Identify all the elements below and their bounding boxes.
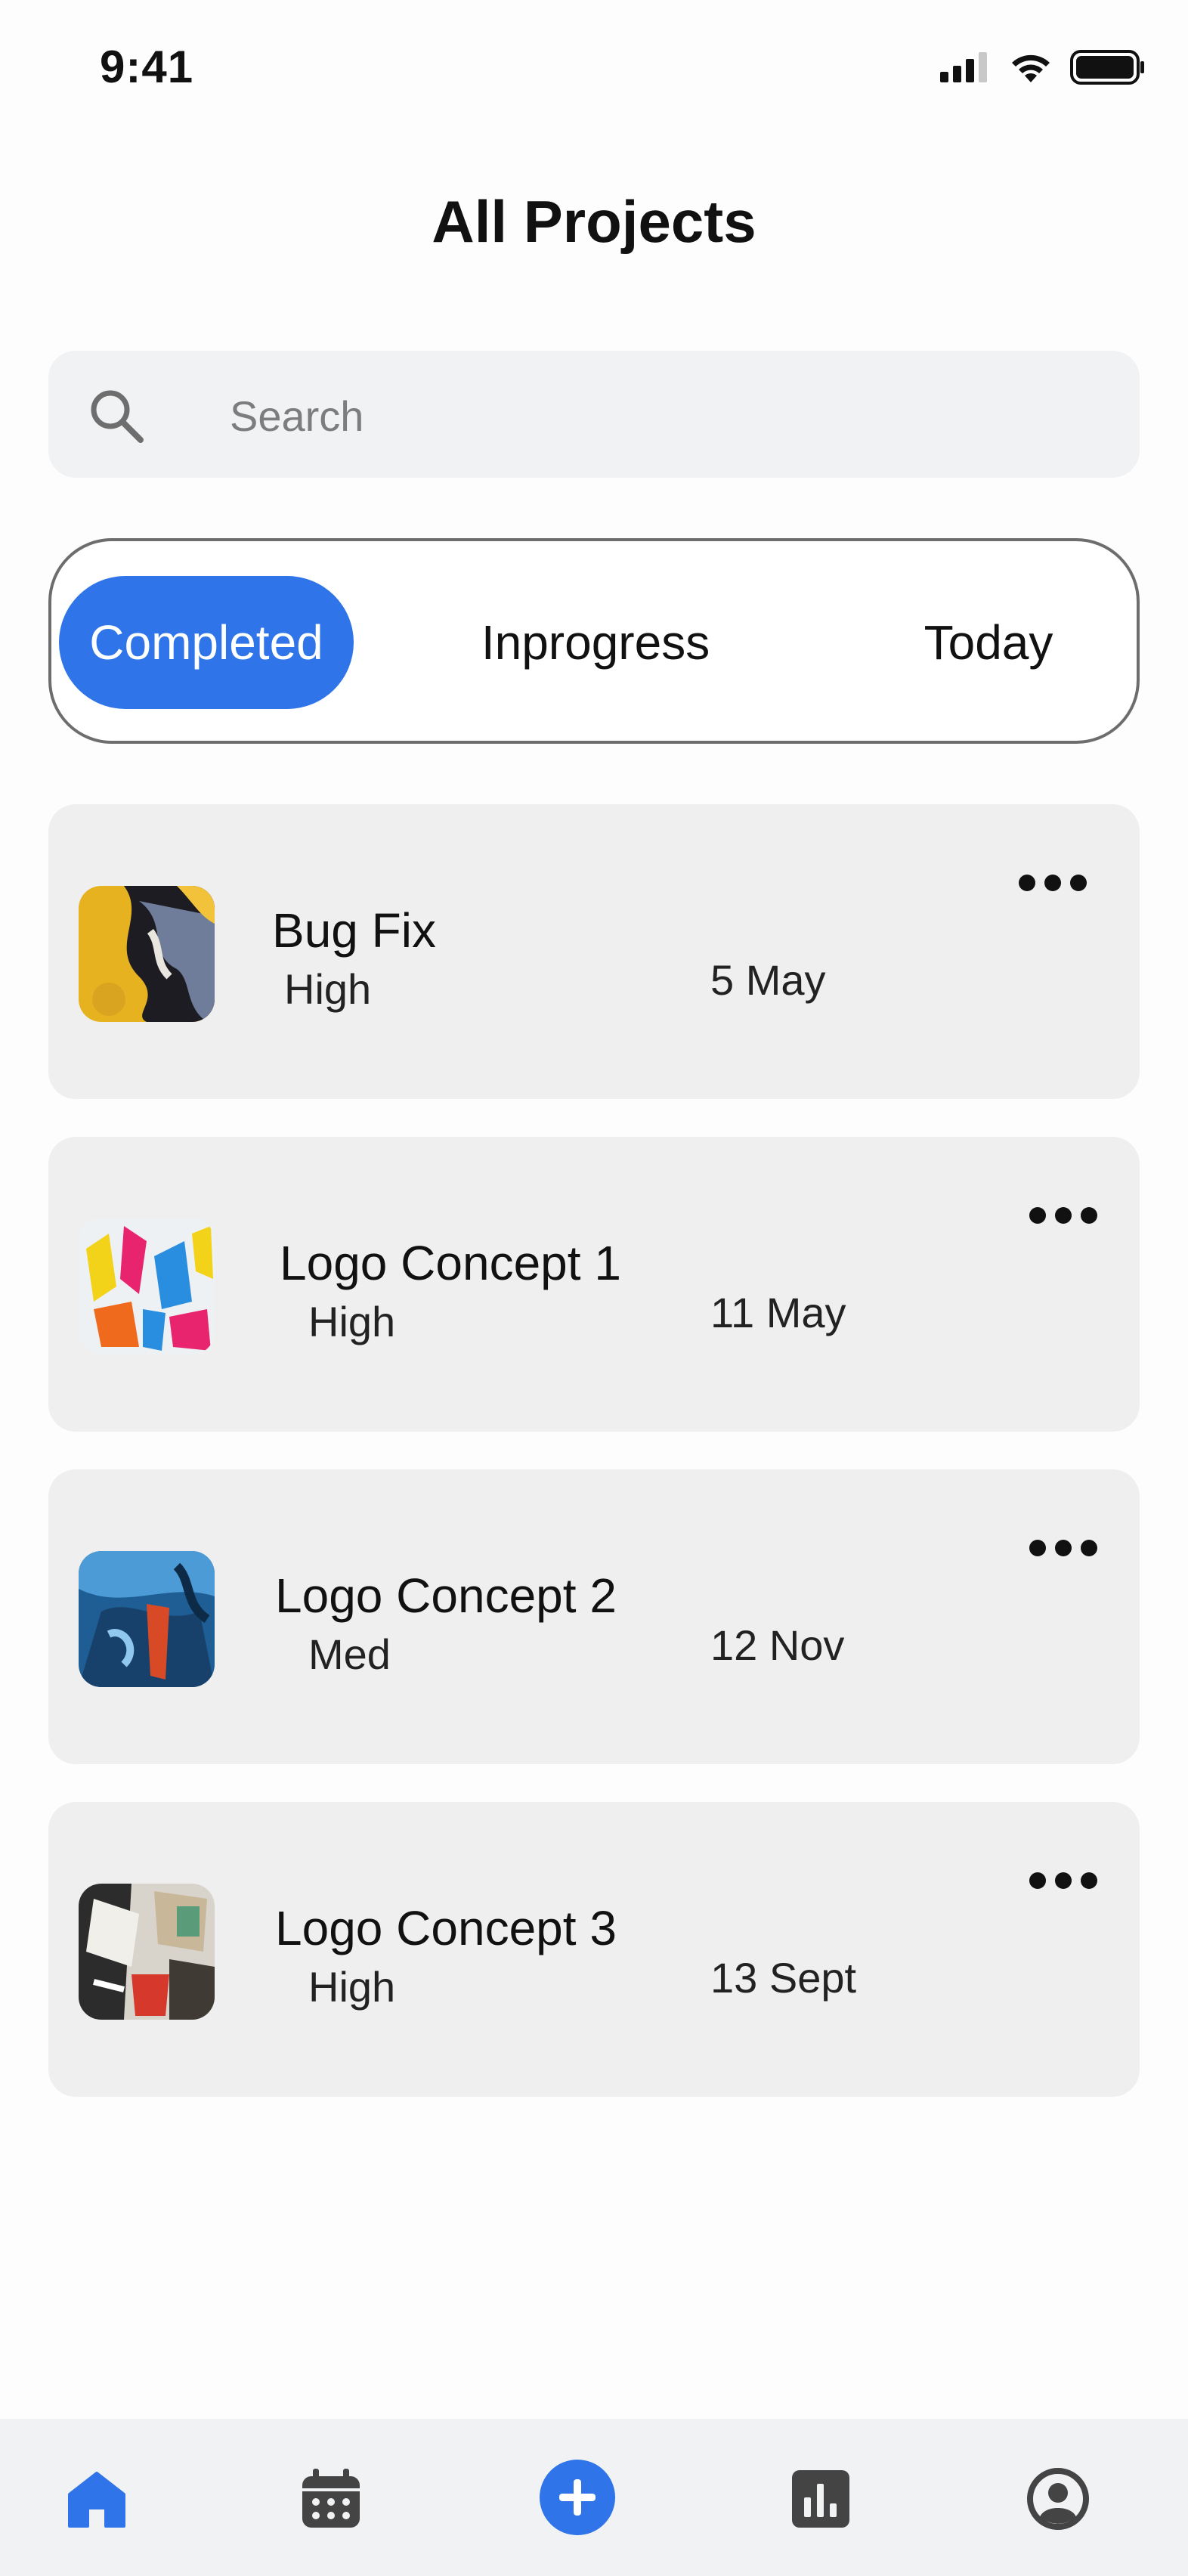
calendar-icon [302, 2469, 360, 2528]
project-card-logo-concept-2[interactable]: Logo Concept 2 Med 12 Nov [48, 1469, 1140, 1764]
project-priority: Med [308, 1630, 391, 1678]
status-tabs: Completed Inprogress Today [48, 538, 1140, 744]
nav-add[interactable] [538, 2458, 617, 2537]
project-thumbnail [79, 1884, 215, 2020]
add-icon [540, 2460, 615, 2535]
search-bar[interactable] [48, 351, 1140, 478]
project-card-logo-concept-3[interactable]: Logo Concept 3 High 13 Sept [48, 1802, 1140, 2097]
project-title: Bug Fix [272, 903, 436, 958]
project-date: 13 Sept [710, 1954, 857, 2002]
status-bar: 9:41 [0, 0, 1188, 136]
nav-profile[interactable] [1020, 2461, 1096, 2537]
project-card-bug-fix[interactable]: Bug Fix High 5 May [48, 804, 1140, 1099]
more-options-icon[interactable] [1019, 868, 1087, 898]
tab-completed[interactable]: Completed [59, 576, 354, 709]
more-options-icon[interactable] [1029, 1200, 1097, 1231]
project-thumbnail [79, 1551, 215, 1687]
project-priority: High [308, 1298, 396, 1345]
status-time: 9:41 [100, 42, 194, 92]
tab-inprogress[interactable]: Inprogress [452, 576, 739, 709]
project-thumbnail [79, 1218, 215, 1355]
profile-icon [1027, 2468, 1089, 2530]
battery-icon [1070, 50, 1144, 85]
more-options-icon[interactable] [1029, 1533, 1097, 1563]
home-icon [68, 2472, 125, 2528]
project-title: Logo Concept 2 [275, 1568, 617, 1623]
nav-stats[interactable] [783, 2461, 859, 2537]
wifi-icon [1012, 54, 1050, 82]
project-date: 11 May [710, 1289, 846, 1336]
nav-calendar[interactable] [293, 2461, 369, 2537]
stats-icon [792, 2470, 849, 2528]
page-title: All Projects [432, 188, 756, 255]
tab-today[interactable]: Today [890, 576, 1087, 709]
project-priority: High [284, 965, 372, 1013]
project-title: Logo Concept 3 [275, 1901, 617, 1955]
signal-icon [940, 52, 987, 82]
search-input[interactable] [230, 384, 1061, 447]
more-options-icon[interactable] [1029, 1865, 1097, 1896]
status-icons [940, 50, 1146, 85]
project-card-logo-concept-1[interactable]: Logo Concept 1 High 11 May [48, 1137, 1140, 1432]
bottom-nav [0, 2419, 1188, 2576]
project-thumbnail [79, 886, 215, 1022]
project-date: 12 Nov [710, 1621, 845, 1669]
nav-home[interactable] [59, 2461, 135, 2537]
search-icon [91, 390, 144, 443]
project-title: Logo Concept 1 [280, 1236, 621, 1290]
project-priority: High [308, 1963, 396, 2011]
project-date: 5 May [710, 956, 826, 1004]
